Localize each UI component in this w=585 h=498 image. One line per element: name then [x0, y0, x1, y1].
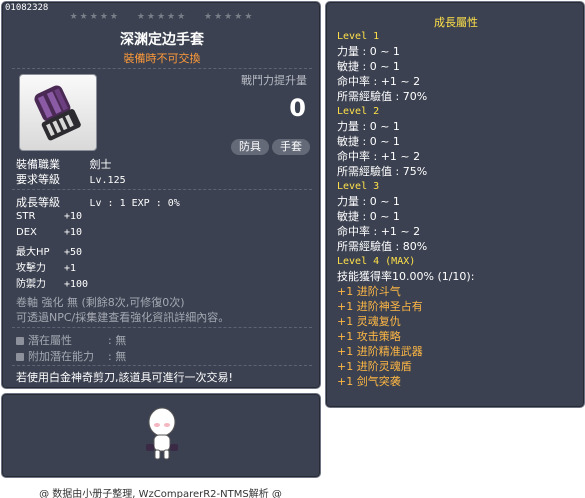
growth-level-heading: Level 2: [337, 106, 380, 117]
stat-row: DEX +10: [16, 227, 82, 238]
stat-name: 攻擊力: [16, 263, 46, 274]
growth-panel-title: 成長屬性: [434, 16, 478, 29]
growth-level-row: 成長等級 Lv : 1 EXP : 0%: [16, 194, 180, 210]
potential-square-icon: [16, 337, 24, 345]
star-group: ★★★★★: [69, 12, 120, 22]
star-group: ★★★★★: [136, 12, 188, 22]
growth-level-value: Lv : 1 EXP : 0%: [89, 198, 180, 209]
stat-value: +10: [64, 211, 83, 222]
potential-row: 潛在屬性 : 無: [16, 332, 126, 348]
growth-stat-line: 所需經驗值 : 70%: [337, 90, 428, 103]
skill-bonus-line: +1 攻击策略: [337, 330, 401, 343]
stat-value: +10: [64, 227, 83, 238]
growth-level-label: 成長等級: [16, 196, 60, 209]
growth-stat-line: 技能獲得率10.00% (1/10):: [337, 270, 475, 283]
growth-stat-line: 所需經驗值 : 80%: [337, 240, 428, 253]
growth-attributes-panel: 成長屬性 Level 1 力量 : 0 ~ 1 敏捷 : 0 ~ 1 命中率 : +1…: [325, 1, 585, 408]
trade-restriction-note: 裝備時不可交換: [123, 52, 201, 65]
category-tag-glove: 手套: [272, 139, 310, 155]
stat-row: STR +10: [16, 211, 82, 222]
item-name: 深渊定边手套: [120, 32, 204, 48]
credit-line: @ 数据由小册子整理, WzComparerR2-NTMS解析 @: [39, 489, 282, 498]
stat-value: +1: [64, 263, 77, 274]
growth-level-heading: Level 4 (MAX): [337, 256, 416, 267]
divider: [12, 327, 312, 328]
growth-stat-line: 敏捷 : 0 ~ 1: [337, 60, 400, 73]
divider: [12, 189, 312, 190]
potential-square-icon: [16, 353, 24, 361]
required-level-row: 要求等級 Lv.125: [16, 171, 126, 187]
growth-stat-line: 敏捷 : 0 ~ 1: [337, 210, 400, 223]
growth-stat-line: 力量 : 0 ~ 1: [337, 45, 400, 58]
combat-power-label: 戰鬥力提升量: [241, 74, 307, 87]
divider: [12, 365, 312, 366]
scissors-trade-note: 若使用白金神奇剪刀,該道具可進行一次交易!: [16, 371, 233, 384]
growth-lines: Level 1 力量 : 0 ~ 1 敏捷 : 0 ~ 1 命中率 : +1 ~ 2 所…: [337, 29, 474, 389]
character-preview-avatar: [146, 407, 178, 460]
stat-value: +100: [64, 279, 89, 290]
item-icon-frame: [19, 74, 97, 151]
bonus-potential-value: : 無: [108, 350, 127, 363]
growth-level-heading: Level 1: [337, 31, 380, 42]
stat-name: 最大HP: [16, 247, 50, 258]
skill-bonus-line: +1 进阶神圣占有: [337, 300, 423, 313]
star-force-row: ★★★★★ ★★★★★ ★★★★★: [2, 12, 322, 22]
star-group: ★★★★★: [204, 12, 255, 22]
bonus-potential-row: 附加潛在能力 : 無: [16, 348, 126, 364]
character-preview-panel: [1, 393, 321, 478]
stat-name: DEX: [16, 227, 37, 238]
growth-stat-line: 所需經驗值 : 75%: [337, 165, 428, 178]
scroll-upgrade-line: 卷軸 強化 無 (剩餘8次,可修復0次): [16, 296, 185, 309]
growth-level-heading: Level 3: [337, 181, 380, 192]
growth-stat-line: 力量 : 0 ~ 1: [337, 195, 400, 208]
bonus-potential-label: 附加潛在能力: [28, 350, 94, 363]
growth-stat-line: 力量 : 0 ~ 1: [337, 120, 400, 133]
required-level-value: Lv.125: [89, 175, 126, 186]
growth-stat-line: 命中率 : +1 ~ 2: [337, 225, 421, 238]
required-job-label: 裝備職業: [16, 158, 60, 171]
divider: [12, 68, 312, 69]
item-tooltip-panel: 01082328 ★★★★★ ★★★★★ ★★★★★ 深渊定边手套 裝備時不可交…: [1, 1, 321, 389]
purple-glove-icon: [34, 85, 81, 141]
potential-label: 潛在屬性: [28, 334, 72, 347]
stat-name: 防禦力: [16, 279, 46, 290]
required-job-value: 劍士: [89, 158, 112, 171]
growth-stat-line: 命中率 : +1 ~ 2: [337, 75, 421, 88]
skill-bonus-line: +1 灵魂复仇: [337, 315, 401, 328]
skill-bonus-line: +1 剑气突袭: [337, 375, 401, 388]
category-tag-armor: 防具: [231, 139, 269, 155]
potential-value: : 無: [108, 334, 127, 347]
skill-bonus-line: +1 进阶灵魂盾: [337, 360, 412, 373]
stat-row: 最大HP +50: [16, 243, 82, 258]
skill-bonus-line: +1 进阶斗气: [337, 285, 401, 298]
growth-stat-line: 敏捷 : 0 ~ 1: [337, 135, 400, 148]
stat-value: +50: [64, 247, 83, 258]
skill-bonus-line: +1 进阶精准武器: [337, 345, 423, 358]
required-job-row: 裝備職業 劍士: [16, 156, 112, 172]
growth-stat-line: 命中率 : +1 ~ 2: [337, 150, 421, 163]
stat-row: 防禦力 +100: [16, 275, 88, 290]
stat-name: STR: [16, 211, 36, 222]
enhance-info-line: 可透過NPC/採集建查看強化資訊詳細內容。: [16, 311, 230, 324]
required-level-label: 要求等級: [16, 173, 60, 186]
combat-power-value: 0: [289, 94, 306, 122]
stat-row: 攻擊力 +1: [16, 259, 76, 274]
